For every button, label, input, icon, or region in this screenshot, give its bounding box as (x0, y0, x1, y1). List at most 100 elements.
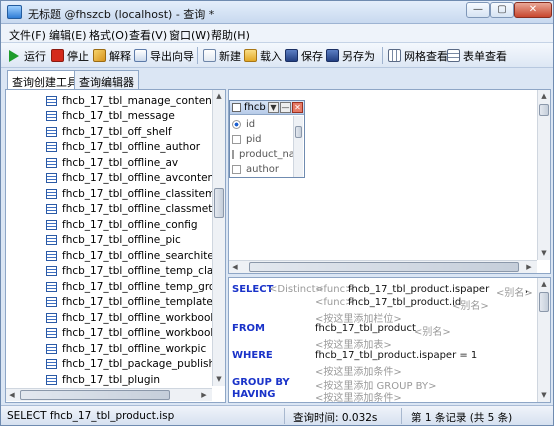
close-button[interactable]: ✕ (514, 2, 552, 18)
tree-horizontal-scrollbar[interactable]: ◀ ▶ (6, 388, 212, 401)
sql-from-table[interactable]: fhcb_17_tbl_product (315, 323, 416, 334)
tree-item[interactable]: fhcb_17_tbl_offline_template (10, 295, 213, 311)
scroll-right-icon[interactable]: ▶ (198, 389, 210, 401)
close-icon[interactable]: ✕ (292, 102, 303, 113)
title-bar: 无标题 @fhszcb (localhost) - 查询 * — ▢ ✕ (1, 1, 553, 24)
tree-item[interactable]: fhcb_17_tbl_plugin (10, 372, 160, 388)
tree-item[interactable]: fhcb_17_tbl_offline_workbook_aut (10, 326, 225, 342)
tree-item[interactable]: fhcb_17_tbl_message (10, 109, 175, 125)
diagram-horizontal-scrollbar[interactable]: ◀ ▶ (229, 260, 537, 273)
menu-file[interactable]: 文件(F) (9, 27, 46, 43)
tab-query-editor[interactable]: 查询编辑器 (74, 70, 139, 89)
column-checkbox[interactable] (232, 150, 234, 159)
add-condition-placeholder[interactable]: <按这里添加条件> (315, 363, 402, 378)
run-label: 运行 (24, 49, 46, 63)
tree-item[interactable]: fhcb_17_tbl_manage_content (10, 93, 216, 109)
column-row[interactable]: author (232, 162, 279, 177)
column-checkbox[interactable] (232, 165, 241, 174)
table-tree-pane: fhcb_17_tbl_manage_content fhcb_17_tbl_me… (5, 89, 226, 403)
tree-item[interactable]: fhcb_17_tbl_offline_classitem (10, 186, 215, 202)
column-row[interactable]: id (232, 117, 255, 132)
minimize-icon[interactable]: — (280, 102, 291, 113)
menu-edit[interactable]: 编辑(E) (49, 27, 87, 43)
table-window[interactable]: fhcb ▼ — ✕ id pid product_na author (229, 100, 305, 178)
stop-label: 停止 (67, 49, 89, 63)
explain-icon (93, 49, 106, 62)
scroll-up-icon[interactable]: ▲ (538, 90, 550, 102)
alias-placeholder[interactable]: <别名> (452, 297, 489, 312)
scroll-left-icon[interactable]: ◀ (6, 389, 18, 401)
tree-item[interactable]: fhcb_17_tbl_offline_av (10, 155, 178, 171)
tree-item[interactable]: fhcb_17_tbl_offline_workbook (10, 310, 216, 326)
status-record-count: 第 1 条记录 (共 5 条) (411, 412, 513, 424)
table-window-header[interactable]: fhcb ▼ — ✕ (230, 101, 304, 115)
add-having-placeholder[interactable]: <按这里添加条件> (315, 389, 402, 402)
new-button[interactable]: 新建 (203, 47, 241, 64)
scroll-thumb[interactable] (295, 126, 302, 138)
tree-item[interactable]: fhcb_17_tbl_offline_avcontent (10, 171, 218, 187)
column-row[interactable]: pid (232, 132, 261, 147)
save-as-button[interactable]: 另存为 (326, 47, 375, 64)
sql-field[interactable]: fhcb_17_tbl_product.id (348, 297, 461, 308)
sql-field[interactable]: fhcb_17_tbl_product.ispaper (348, 284, 489, 295)
tree-item[interactable]: fhcb_17_tbl_offline_temp_class (10, 264, 224, 280)
scroll-down-icon[interactable]: ▼ (538, 247, 550, 259)
sql-vertical-scrollbar[interactable]: ▲ ▼ (537, 278, 550, 402)
tree-item-label: fhcb_17_tbl_offline_workbook (62, 311, 217, 324)
grid-view-label: 网格查看 (404, 49, 448, 63)
scroll-right-icon[interactable]: ▶ (523, 261, 535, 273)
column-row[interactable]: product_na (232, 147, 294, 162)
scroll-thumb[interactable] (214, 188, 224, 218)
column-checkbox[interactable] (232, 135, 241, 144)
run-button[interactable]: 运行 (9, 47, 46, 64)
explain-button[interactable]: 解释 (93, 47, 131, 64)
tree-item[interactable]: fhcb_17_tbl_offline_config (10, 217, 198, 233)
tree-item[interactable]: fhcb_17_tbl_offline_classmethod (10, 202, 225, 218)
sql-where-condition[interactable]: fhcb_17_tbl_product.ispaper = 1 (315, 350, 477, 361)
scroll-thumb[interactable] (249, 262, 519, 272)
new-icon (203, 49, 216, 62)
tree-item[interactable]: fhcb_17_tbl_offline_author (10, 140, 200, 156)
tree-item-label: fhcb_17_tbl_offline_searchitem (62, 249, 225, 262)
folder-icon (244, 49, 257, 62)
diagram-vertical-scrollbar[interactable]: ▲ ▼ (537, 90, 550, 260)
tree-item[interactable]: fhcb_17_tbl_package_publish_mar (10, 357, 225, 373)
tree-item[interactable]: fhcb_17_tbl_off_shelf (10, 124, 172, 140)
scroll-up-icon[interactable]: ▲ (538, 278, 550, 290)
menu-window[interactable]: 窗口(W) (169, 27, 210, 43)
tree-item[interactable]: fhcb_17_tbl_offline_pic (10, 233, 181, 249)
maximize-button[interactable]: ▢ (490, 2, 514, 18)
menu-help[interactable]: 帮助(H) (211, 27, 250, 43)
chevron-down-icon[interactable]: ▼ (268, 102, 279, 113)
stop-button[interactable]: 停止 (51, 47, 89, 64)
menu-format[interactable]: 格式(O) (89, 27, 128, 43)
table-window-scrollbar[interactable] (293, 116, 303, 177)
tree-item[interactable]: fhcb_17_tbl_offline_temp_group (10, 279, 225, 295)
grid-icon (388, 49, 401, 62)
scroll-thumb[interactable] (20, 390, 170, 400)
form-view-button[interactable]: 表单查看 (447, 47, 507, 64)
alias-placeholder[interactable]: <别名> (414, 323, 451, 338)
export-wizard-button[interactable]: 导出向导 (134, 47, 194, 64)
grid-view-button[interactable]: 网格查看 (388, 47, 448, 64)
tree-item[interactable]: fhcb_17_tbl_offline_searchitem (10, 248, 224, 264)
add-table-placeholder[interactable]: <按这里添加表> (315, 336, 392, 351)
scroll-thumb[interactable] (539, 292, 549, 312)
load-button[interactable]: 载入 (244, 47, 282, 64)
scroll-left-icon[interactable]: ◀ (229, 261, 241, 273)
tree-vertical-scrollbar[interactable]: ▲ ▼ (212, 90, 225, 386)
scroll-down-icon[interactable]: ▼ (538, 389, 550, 401)
save-button[interactable]: 保存 (285, 47, 323, 64)
tree-item-label: fhcb_17_tbl_offline_avcontent (62, 172, 219, 185)
scroll-down-icon[interactable]: ▼ (213, 373, 225, 385)
toolbar: 运行 停止 解释 导出向导 新建 载入 保存 另存为 网格查看 表单查看 (1, 43, 553, 68)
table-select-checkbox[interactable] (232, 103, 241, 112)
table-icon (46, 95, 57, 106)
scroll-up-icon[interactable]: ▲ (213, 90, 225, 102)
tab-query-builder[interactable]: 查询创建工具 (7, 70, 83, 90)
menu-view[interactable]: 查看(V) (129, 27, 167, 43)
scroll-thumb[interactable] (539, 104, 549, 116)
tree-item-label: fhcb_17_tbl_offline_workpic (62, 342, 207, 355)
tree-item[interactable]: fhcb_17_tbl_offline_workpic (10, 341, 206, 357)
minimize-button[interactable]: — (466, 2, 490, 18)
